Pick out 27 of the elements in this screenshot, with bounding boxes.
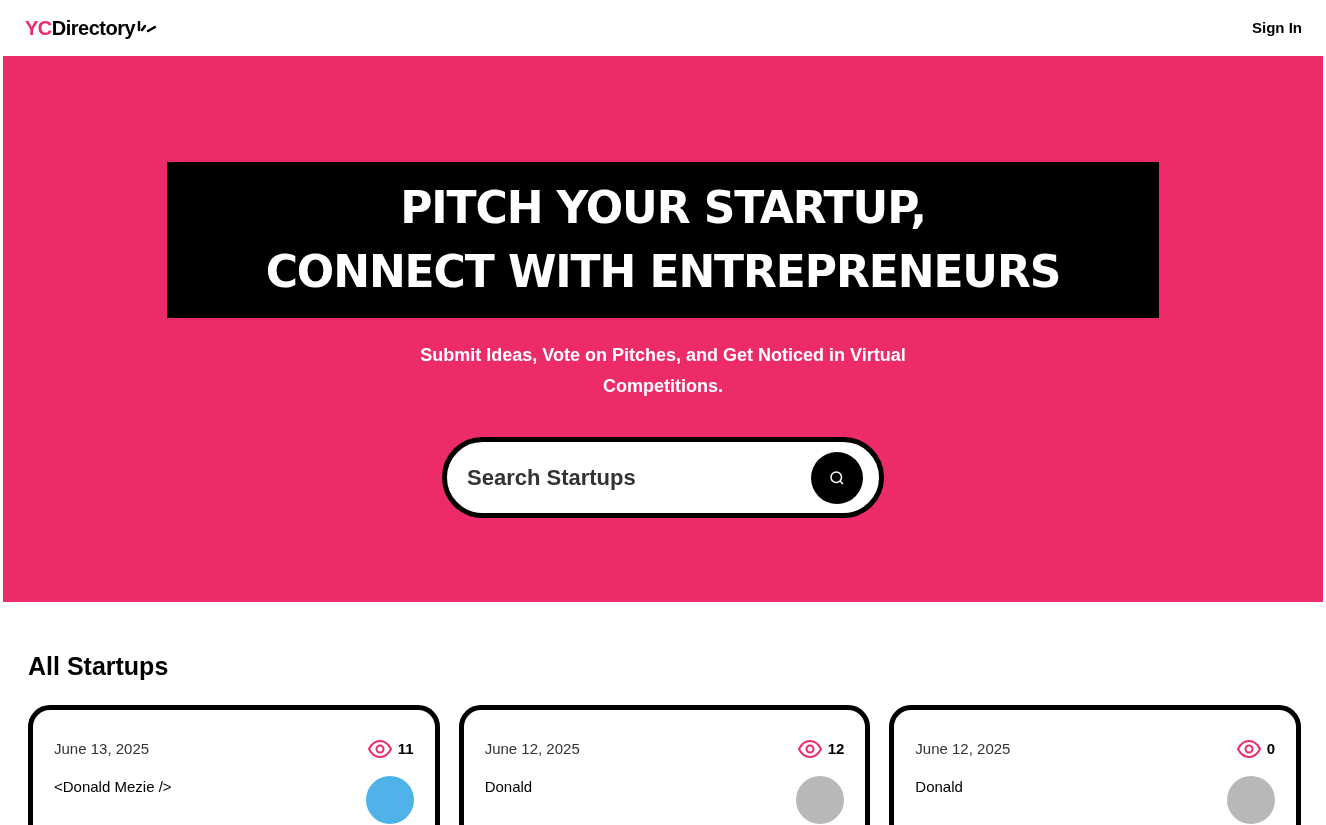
eye-icon <box>367 739 392 758</box>
sign-in-link[interactable]: Sign In <box>1252 16 1302 40</box>
hero-title: PITCH YOUR STARTUP, CONNECT WITH ENTREPRENEURS <box>167 162 1159 318</box>
search-button[interactable] <box>811 451 863 504</box>
card-author[interactable]: <Donald Mezie /> <box>54 776 172 799</box>
view-count: 12 <box>827 738 845 759</box>
eye-icon <box>797 739 822 758</box>
eye-icon <box>1236 739 1261 758</box>
startup-card[interactable]: June 12, 2025 0 Donald <box>889 704 1301 825</box>
avatar <box>1227 776 1275 824</box>
startup-card[interactable]: June 13, 2025 11 <Donald Mezie /> <box>28 704 440 825</box>
search-field[interactable]: Search Startups <box>442 437 884 518</box>
view-count: 11 <box>397 738 414 759</box>
card-date: June 13, 2025 <box>54 738 150 759</box>
avatar <box>796 776 845 824</box>
card-author[interactable]: Donald <box>915 776 963 799</box>
card-author[interactable]: Donald <box>484 776 533 799</box>
search-input[interactable]: Search Startups <box>467 461 811 494</box>
startup-card[interactable]: June 12, 2025 12 Donald <box>458 704 871 825</box>
avatar <box>365 776 414 824</box>
card-date: June 12, 2025 <box>915 738 1011 759</box>
hero-subtitle: Submit Ideas, Vote on Pitches, and Get Noticed in Virtual Competitions. <box>419 344 907 398</box>
card-date: June 12, 2025 <box>484 738 580 759</box>
section-title: All Startups <box>28 651 170 682</box>
logo[interactable]: YCDirectory <box>25 13 159 43</box>
view-count: 0 <box>1266 738 1275 759</box>
search-icon <box>828 468 846 487</box>
